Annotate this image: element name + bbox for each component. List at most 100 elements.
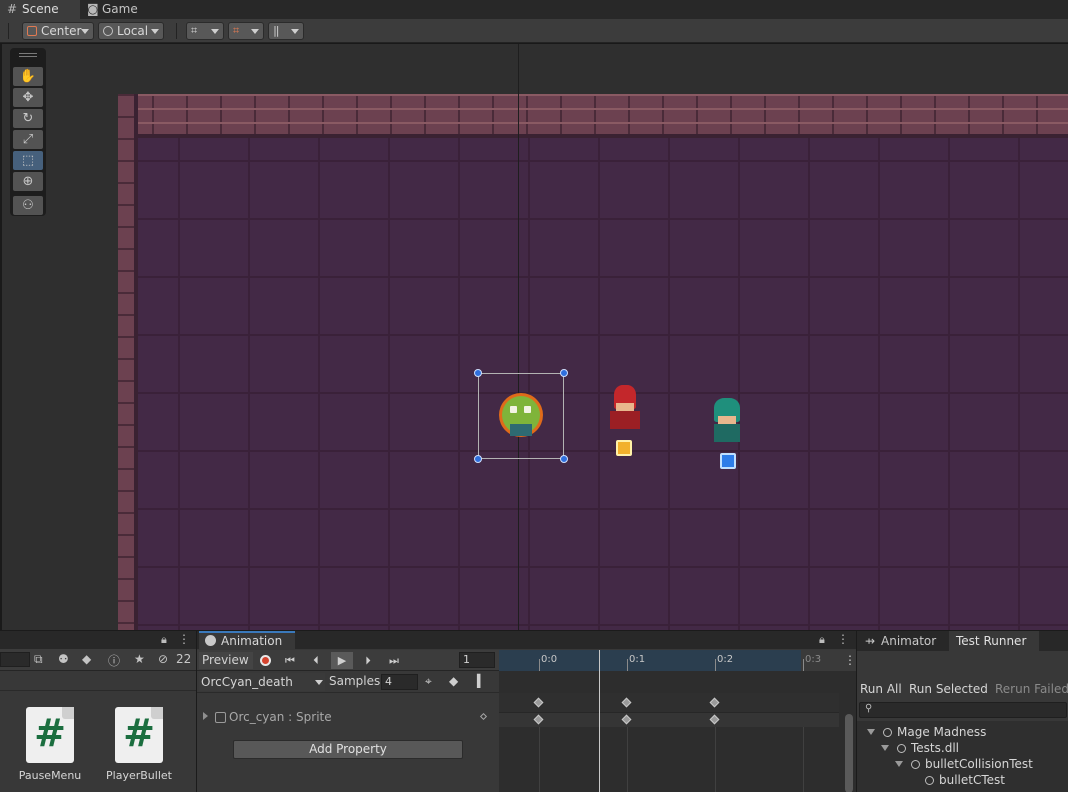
expand-arrow-icon[interactable] [881, 745, 889, 751]
more-icon[interactable]: ⋮ [837, 632, 849, 646]
pivot-mode-label: Center [41, 24, 82, 38]
hand-tool-button[interactable]: ✋ [13, 67, 43, 86]
run-all-button[interactable]: Run All [857, 680, 902, 698]
transform-tool-button[interactable]: ⊕ [13, 172, 43, 191]
tree-node[interactable]: Tests.dll [881, 740, 959, 756]
scene-toolbar: Center Local ⌗ ⌗ ‖ [0, 19, 1068, 43]
grid-snapping-dropdown[interactable]: ⌗ [228, 22, 264, 40]
add-event-icon[interactable]: ▍ [477, 674, 486, 688]
pivot-rotation-dropdown[interactable]: Local [98, 22, 164, 40]
green-mage-sprite[interactable] [708, 398, 746, 444]
preview-toggle[interactable]: Preview [199, 652, 253, 669]
favorite-star-icon[interactable]: ★ [134, 652, 145, 666]
tag-icon[interactable]: ◆ [82, 652, 91, 666]
lock-icon[interactable]: 🔒︎ [819, 633, 825, 647]
next-keyframe-button[interactable]: ⏵ [357, 652, 379, 669]
keyframe[interactable] [709, 697, 720, 708]
window-tab-strip: # Scene ◙ Game [0, 0, 1068, 19]
add-keyframe-icon[interactable]: ◆ [449, 674, 458, 688]
search-by-type-icon[interactable]: ⧉ [34, 652, 43, 667]
add-property-button[interactable]: Add Property [233, 740, 463, 759]
hidden-count: 22 [176, 652, 192, 666]
toolbar-separator [8, 23, 9, 39]
mage-robe [610, 411, 640, 429]
play-button[interactable]: ▶ [331, 652, 353, 669]
chevron-down-icon [151, 29, 159, 34]
keyframe[interactable] [621, 697, 632, 708]
tree-node[interactable]: Mage Madness [867, 724, 986, 740]
info-icon[interactable]: ⓘ [108, 652, 120, 669]
tab-test-runner[interactable]: Test Runner [949, 631, 1039, 651]
keyframe[interactable] [621, 714, 632, 725]
pivot-mode-dropdown[interactable]: Center [22, 22, 94, 40]
test-runner-buttons: Run All Run Selected Rerun Failed [857, 680, 1068, 698]
first-keyframe-button[interactable]: ⏮ [279, 652, 301, 669]
hand-icon: ✋ [19, 69, 37, 84]
chevron-down-icon [81, 29, 89, 34]
test-tree: Mage Madness Tests.dll bulletCollisionTe… [857, 721, 1068, 792]
selection-handle[interactable] [560, 369, 568, 377]
project-toolbar: ⧉ ⚉ ◆ ⓘ ★ ⊘ 22 [0, 649, 196, 671]
increment-snap-dropdown[interactable]: ‖ [268, 22, 304, 40]
more-icon[interactable]: ⋮ [844, 653, 856, 667]
tab-scene-label: Scene [22, 2, 59, 16]
timeline-gridline [539, 727, 540, 792]
tree-node[interactable]: bulletCTest [925, 772, 1005, 788]
tree-node[interactable]: bulletCollisionTest [895, 756, 1033, 772]
clip-select[interactable]: OrcCyan_death [199, 673, 325, 691]
palette-grip[interactable] [19, 53, 37, 57]
filter-selected-icon[interactable]: ⌖ [425, 674, 432, 689]
selection-handle[interactable] [474, 455, 482, 463]
scene-view[interactable]: ✋ ✥ ↻ ⤢ ⬚ ⊕ ⚇ [0, 44, 1068, 630]
frame-field[interactable]: 1 [459, 652, 495, 668]
selection-handle[interactable] [474, 369, 482, 377]
last-keyframe-button[interactable]: ⏭ [383, 652, 405, 669]
tab-animation[interactable]: Animation [199, 631, 295, 650]
keyframe[interactable] [709, 714, 720, 725]
property-row[interactable]: Orc_cyan : Sprite [197, 709, 499, 727]
dopesheet-timeline[interactable]: 0:0 0:1 0:2 0:3 ⋮ [499, 650, 857, 792]
animation-clip-bar: OrcCyan_death Samples 4 ⌖ ◆ ▍ [197, 671, 499, 693]
ruler-tick [803, 659, 804, 671]
run-selected-button[interactable]: Run Selected [906, 680, 988, 698]
yellow-orb-sprite[interactable] [616, 440, 632, 456]
step-back-icon: ⏴ [313, 654, 319, 667]
animation-tab-label: Animation [221, 634, 283, 648]
rerun-failed-button[interactable]: Rerun Failed [992, 680, 1068, 698]
keyframe[interactable] [533, 714, 544, 725]
selection-handle[interactable] [560, 455, 568, 463]
timeline-scrollbar[interactable] [845, 714, 853, 792]
animator-icon: ⇸ [865, 634, 876, 648]
expand-arrow-icon[interactable] [867, 729, 875, 735]
rotate-tool-button[interactable]: ↻ [13, 109, 43, 128]
rect-tool-button[interactable]: ⬚ [13, 151, 43, 170]
samples-field[interactable]: 4 [381, 674, 418, 690]
asset-item[interactable]: # PauseMenu [19, 707, 81, 787]
lock-icon[interactable]: 🔒︎ [161, 633, 167, 647]
scene-axis-line [518, 44, 519, 630]
project-search-input[interactable] [0, 652, 30, 667]
test-search-input[interactable]: ⚲ [859, 702, 1067, 718]
expand-arrow-icon[interactable] [203, 712, 208, 720]
search-by-label-icon[interactable]: ⚉ [58, 652, 69, 666]
asset-item[interactable]: # PlayerBullet [106, 707, 172, 787]
record-button[interactable] [255, 652, 277, 669]
keyframe-toggle-icon[interactable] [479, 712, 488, 721]
more-icon[interactable]: ⋮ [178, 632, 190, 646]
keyframe[interactable] [533, 697, 544, 708]
playhead[interactable] [599, 650, 600, 792]
scale-tool-button[interactable]: ⤢ [13, 130, 43, 149]
orc-cyan-sprite[interactable] [498, 394, 544, 438]
tab-game[interactable]: ◙ Game [80, 0, 148, 19]
grid-visibility-dropdown[interactable]: ⌗ [186, 22, 224, 40]
timeline-ruler[interactable]: 0:0 0:1 0:2 0:3 ⋮ [499, 650, 857, 671]
tab-scene[interactable]: # Scene [0, 0, 80, 19]
prev-keyframe-button[interactable]: ⏴ [305, 652, 327, 669]
custom-tool-button[interactable]: ⚇ [13, 196, 43, 215]
expand-arrow-icon[interactable] [895, 761, 903, 767]
move-tool-button[interactable]: ✥ [13, 88, 43, 107]
red-mage-sprite[interactable] [606, 385, 644, 433]
hidden-eye-icon[interactable]: ⊘ [158, 652, 168, 666]
tab-animator[interactable]: ⇸ Animator [857, 631, 949, 651]
blue-orb-sprite[interactable] [720, 453, 736, 469]
